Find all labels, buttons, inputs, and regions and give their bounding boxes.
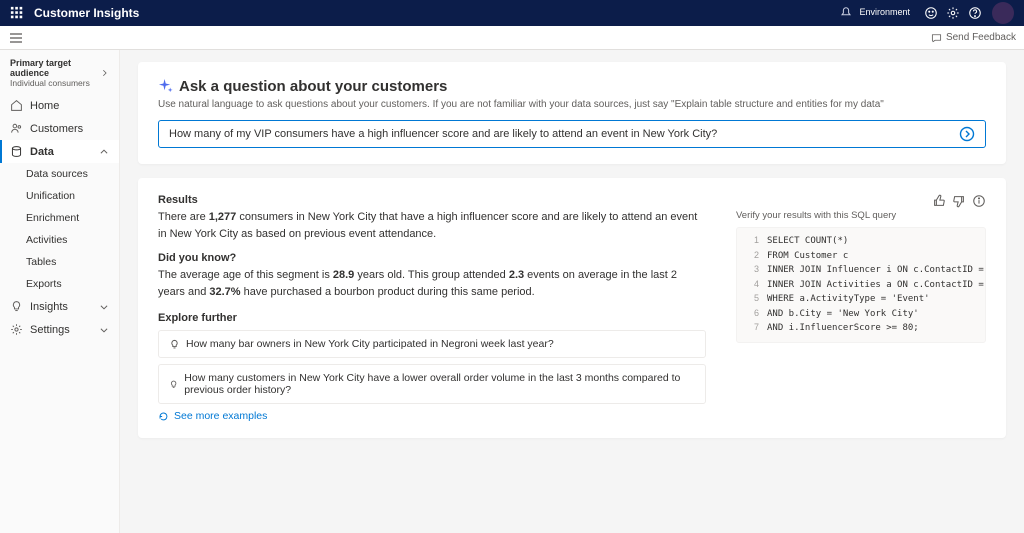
gear-icon[interactable] (942, 2, 964, 24)
dyk-text: The average age of this segment is 28.9 … (158, 267, 706, 300)
sidebar-item-exports[interactable]: Exports (0, 273, 119, 295)
sidebar-item-data-sources[interactable]: Data sources (0, 163, 119, 185)
sidebar-item-tables[interactable]: Tables (0, 251, 119, 273)
sidebar-item-label: Home (30, 100, 59, 112)
app-launcher-icon[interactable] (10, 6, 24, 20)
audience-label: Primary target audience (10, 58, 100, 78)
sidebar-item-unification[interactable]: Unification (0, 185, 119, 207)
ask-subtitle: Use natural language to ask questions ab… (158, 99, 986, 110)
sidebar-item-label: Customers (30, 123, 83, 135)
ask-input[interactable] (169, 128, 959, 140)
ask-title-text: Ask a question about your customers (179, 78, 447, 95)
help-icon[interactable] (964, 2, 986, 24)
chevron-down-icon (99, 302, 109, 312)
sidebar: Primary target audience Individual consu… (0, 50, 120, 533)
environment-label: Environment (859, 8, 910, 18)
sql-label: Verify your results with this SQL query (736, 210, 986, 221)
sidebar-item-customers[interactable]: Customers (0, 117, 119, 140)
people-icon (10, 122, 23, 135)
audience-picker[interactable]: Primary target audience Individual consu… (0, 56, 119, 94)
sidebar-item-label: Insights (30, 301, 68, 313)
brand-title: Customer Insights (34, 6, 139, 20)
lightbulb-icon (169, 379, 178, 390)
avatar[interactable] (992, 2, 1014, 24)
ask-card: Ask a question about your customers Use … (138, 62, 1006, 164)
ask-input-container[interactable] (158, 120, 986, 148)
thumbs-up-icon[interactable] (932, 194, 946, 208)
explore-suggestion[interactable]: How many customers in New York City have… (158, 364, 706, 404)
chevron-down-icon (99, 325, 109, 335)
see-more-link[interactable]: See more examples (158, 410, 706, 422)
send-feedback-link[interactable]: Send Feedback (931, 32, 1016, 43)
sidebar-item-label: Settings (30, 324, 70, 336)
environment-picker[interactable]: Environment (839, 6, 910, 20)
results-text: There are 1,277 consumers in New York Ci… (158, 209, 706, 242)
explore-suggestion[interactable]: How many bar owners in New York City par… (158, 330, 706, 358)
data-icon (10, 145, 23, 158)
feedback-icon (931, 32, 942, 43)
sidebar-item-label: Data (30, 146, 54, 158)
lightbulb-icon (10, 300, 23, 313)
refresh-icon (158, 411, 169, 422)
chevron-up-icon (99, 147, 109, 157)
bell-icon (839, 6, 853, 20)
smiley-icon[interactable] (920, 2, 942, 24)
submit-arrow-icon[interactable] (959, 126, 975, 142)
sidebar-item-settings[interactable]: Settings (0, 318, 119, 341)
sidebar-item-insights[interactable]: Insights (0, 295, 119, 318)
explore-title: Explore further (158, 312, 706, 324)
results-title: Results (158, 194, 706, 206)
info-icon[interactable] (972, 194, 986, 208)
results-card: Results There are 1,277 consumers in New… (138, 178, 1006, 438)
sidebar-item-enrichment[interactable]: Enrichment (0, 207, 119, 229)
sidebar-item-home[interactable]: Home (0, 94, 119, 117)
hamburger-icon[interactable] (8, 30, 24, 46)
gear-icon (10, 323, 23, 336)
home-icon (10, 99, 23, 112)
audience-value: Individual consumers (10, 78, 100, 88)
lightbulb-icon (169, 339, 180, 350)
sql-block: 1SELECT COUNT(*) 2FROM Customer c 3INNER… (736, 227, 986, 343)
sidebar-item-data[interactable]: Data (0, 140, 119, 163)
thumbs-down-icon[interactable] (952, 194, 966, 208)
sidebar-item-activities[interactable]: Activities (0, 229, 119, 251)
sparkle-icon (158, 79, 173, 94)
chevron-right-icon (100, 68, 109, 78)
dyk-title: Did you know? (158, 252, 706, 264)
